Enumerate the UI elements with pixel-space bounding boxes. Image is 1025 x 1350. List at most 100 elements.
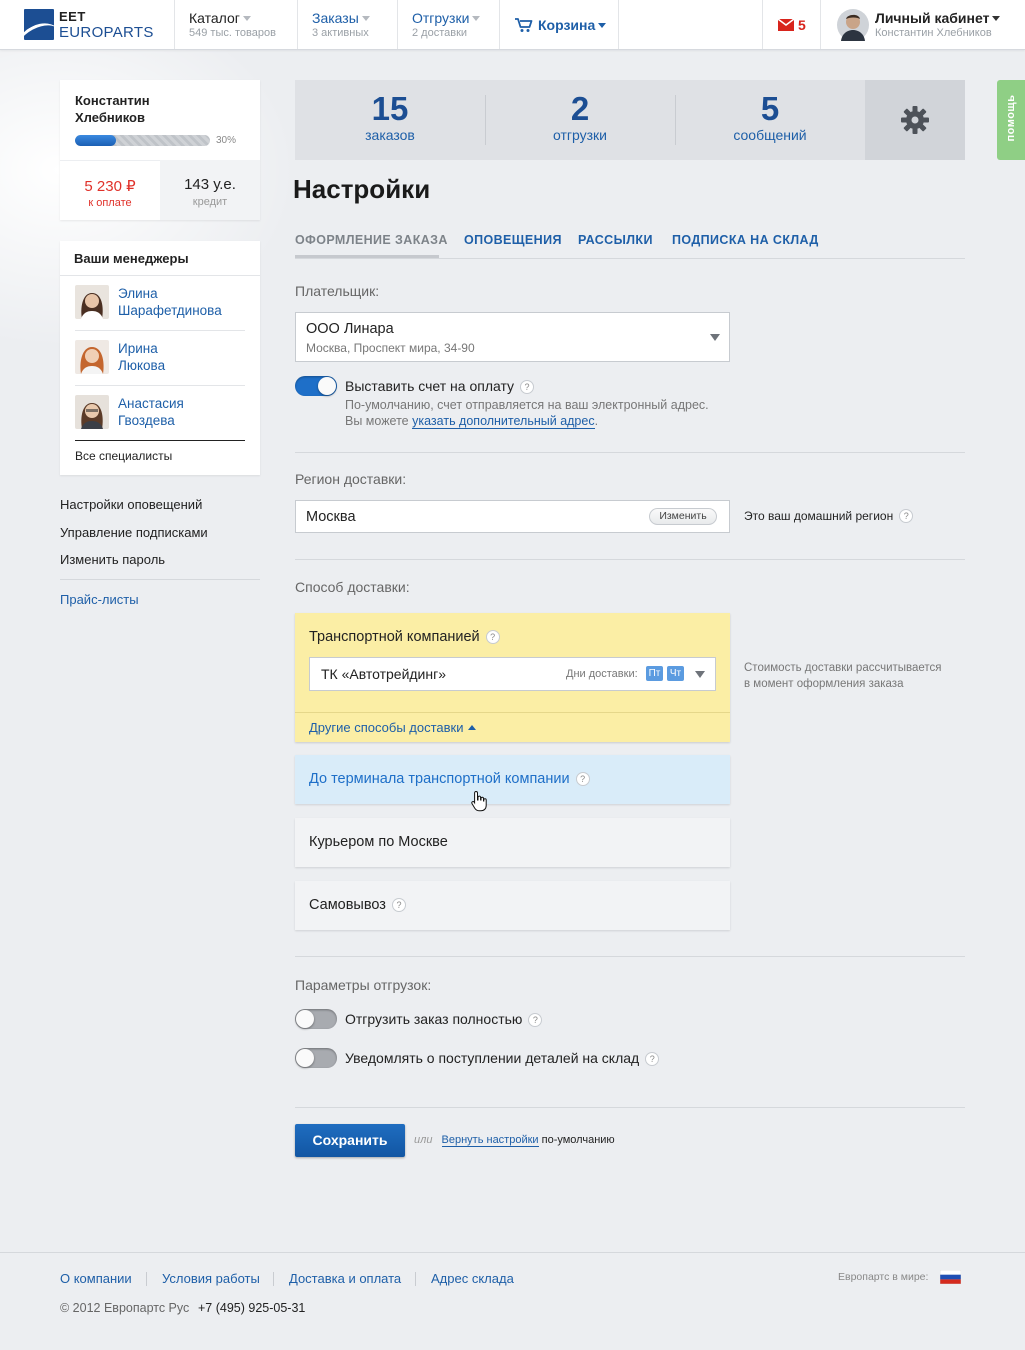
delivery-day-badge: Пт <box>646 666 663 681</box>
logo[interactable]: EET EUROPARTS <box>24 9 164 41</box>
delivery-cost-note-1: Стоимость доставки рассчитывается <box>744 662 942 674</box>
region-change-button[interactable]: Изменить <box>649 508 717 525</box>
question-icon[interactable]: ? <box>575 772 590 786</box>
tab-notifications[interactable]: ОПОВЕЩЕНИЯ <box>464 233 562 247</box>
tab-mailings[interactable]: РАССЫЛКИ <box>578 233 653 247</box>
nav-shipments[interactable]: Отгрузки 2 доставки <box>397 0 499 49</box>
to-pay-box[interactable]: 5 230 ₽ к оплате <box>60 160 160 220</box>
stat-shipments[interactable]: 2 отгрузки <box>485 80 675 160</box>
footer-link-warehouse[interactable]: Адрес склада <box>431 1271 514 1286</box>
delivery-option-courier[interactable]: Курьером по Москве <box>295 818 730 867</box>
reset-settings-link[interactable]: Вернуть настройки <box>441 1134 539 1147</box>
question-icon[interactable]: ? <box>528 1013 543 1027</box>
region-field[interactable]: Москва Изменить <box>295 500 730 533</box>
notify-parts-toggle[interactable] <box>295 1048 337 1068</box>
nav-catalog-title: Каталог <box>189 10 240 26</box>
chevron-down-icon <box>710 334 720 341</box>
chevron-down-icon <box>361 16 370 21</box>
save-button[interactable]: Сохранить <box>295 1124 405 1157</box>
stat-orders[interactable]: 15 заказов <box>295 80 485 160</box>
delivery-selected-title: Транспортной компанией <box>309 629 480 645</box>
all-specialists-link[interactable]: Все специалисты <box>75 449 172 463</box>
logo-text-europarts: EUROPARTS <box>59 24 154 41</box>
delivery-option-selected[interactable]: Транспортной компанией? ТК «Автотрейдинг… <box>295 613 730 742</box>
side-link-subscriptions[interactable]: Управление подписками <box>60 525 208 540</box>
tab-warehouse-subscription[interactable]: ПОДПИСКА НА СКЛАД <box>672 233 819 247</box>
transport-company-name: ТК «Автотрейдинг» <box>321 666 447 682</box>
stat-orders-label: заказов <box>365 127 415 143</box>
price-lists-link[interactable]: Прайс-листы <box>60 592 139 607</box>
stat-shipments-label: отгрузки <box>553 127 607 143</box>
footer-world-label: Европартс в мире: <box>838 1271 929 1283</box>
credit-label: кредит <box>192 196 228 208</box>
cursor-hand-icon <box>471 790 487 812</box>
extra-address-link[interactable]: указать дополнительный адрес <box>412 414 595 429</box>
question-icon[interactable]: ? <box>899 509 914 523</box>
nav-cart[interactable]: Корзина <box>499 0 619 49</box>
profile-progress-fill <box>75 135 116 146</box>
footer-link-delivery[interactable]: Доставка и оплата <box>289 1271 401 1286</box>
profile-progress-bar <box>75 135 210 146</box>
payer-select[interactable]: ООО Линара Москва, Проспект мира, 34-90 <box>295 312 730 362</box>
mail-button[interactable]: 5 <box>762 0 821 49</box>
stat-messages[interactable]: 5 сообщений <box>675 80 865 160</box>
footer-link-about[interactable]: О компании <box>60 1271 132 1286</box>
russia-flag-icon[interactable] <box>940 1270 961 1284</box>
ship-complete-label: Отгрузить заказ полностью <box>345 1011 523 1027</box>
other-delivery-link[interactable]: Другие способы доставки <box>309 720 464 735</box>
shipment-label: Параметры отгрузок: <box>295 977 432 993</box>
top-header: EET EUROPARTS Каталог 549 тыс. товаров З… <box>0 0 1025 50</box>
question-icon[interactable]: ? <box>645 1052 660 1066</box>
nav-cart-label: Корзина <box>538 17 596 33</box>
chevron-down-icon <box>242 16 251 21</box>
footer-link-terms[interactable]: Условия работы <box>162 1271 260 1286</box>
or-text: или <box>414 1134 433 1146</box>
footer-phone: +7 (495) 925-05-31 <box>198 1301 306 1315</box>
delivery-option-terminal[interactable]: До терминала транспортной компании? <box>295 755 730 812</box>
reset-suffix: по-умолчанию <box>541 1134 615 1146</box>
manager-first-name: Анастасия <box>118 396 184 411</box>
side-link-password[interactable]: Изменить пароль <box>60 552 165 567</box>
nav-orders[interactable]: Заказы 3 активных <box>297 0 397 49</box>
chevron-down-icon <box>472 16 481 21</box>
manager-photo <box>75 340 109 374</box>
delivery-cost-note-2: в момент оформления заказа <box>744 678 904 690</box>
side-link-notifications[interactable]: Настройки оповещений <box>60 497 202 512</box>
credit-value: 143 у.е. <box>184 176 236 193</box>
delivery-day-badge: Чт <box>667 666 684 681</box>
profile-card: Константин Хлебников 30% 5 230 ₽ к оплат… <box>60 80 260 220</box>
nav-catalog-sub: 549 тыс. товаров <box>189 27 276 39</box>
help-tab-label: помощь <box>1005 94 1017 142</box>
question-icon[interactable]: ? <box>520 380 535 394</box>
nav-catalog[interactable]: Каталог 549 тыс. товаров <box>174 0 296 49</box>
manager-item[interactable]: Анастасия Гвоздева <box>75 395 245 440</box>
manager-last-name: Люкова <box>118 358 166 373</box>
invoice-toggle[interactable] <box>295 376 337 396</box>
mail-count: 5 <box>798 17 806 33</box>
stat-messages-label: сообщений <box>733 127 807 143</box>
delivery-option-courier-label: Курьером по Москве <box>309 834 448 850</box>
tab-order-settings[interactable]: ОФОРМЛЕНИЕ ЗАКАЗА <box>295 233 448 247</box>
ship-complete-toggle[interactable] <box>295 1009 337 1029</box>
delivery-option-pickup-label: Самовывоз <box>309 897 386 913</box>
nav-shipments-title: Отгрузки <box>412 10 470 26</box>
manager-item[interactable]: Элина Шарафетдинова <box>75 285 245 330</box>
region-value: Москва <box>306 509 356 525</box>
payer-name: ООО Линара <box>306 321 394 337</box>
account-menu[interactable]: Личный кабинет Константин Хлебников <box>821 0 1025 49</box>
manager-item[interactable]: Ирина Люкова <box>75 340 245 385</box>
delivery-option-pickup[interactable]: Самовывоз? <box>295 881 730 930</box>
question-icon[interactable]: ? <box>485 630 500 644</box>
help-tab[interactable]: помощь <box>997 80 1025 160</box>
stats-bar: 15 заказов 2 отгрузки 5 сообщений <box>295 80 865 160</box>
credit-box: 143 у.е. кредит <box>160 160 260 220</box>
transport-company-select[interactable]: ТК «Автотрейдинг» Дни доставки: Пт Чт <box>309 657 716 691</box>
page-title: Настройки <box>293 174 431 204</box>
chevron-down-icon <box>992 16 1001 21</box>
region-label: Регион доставки: <box>295 471 407 487</box>
manager-last-name: Шарафетдинова <box>118 303 222 318</box>
settings-gear-button[interactable] <box>865 80 965 160</box>
question-icon[interactable]: ? <box>391 898 406 912</box>
managers-title: Ваши менеджеры <box>74 251 189 266</box>
nav-shipments-sub: 2 доставки <box>412 27 468 39</box>
